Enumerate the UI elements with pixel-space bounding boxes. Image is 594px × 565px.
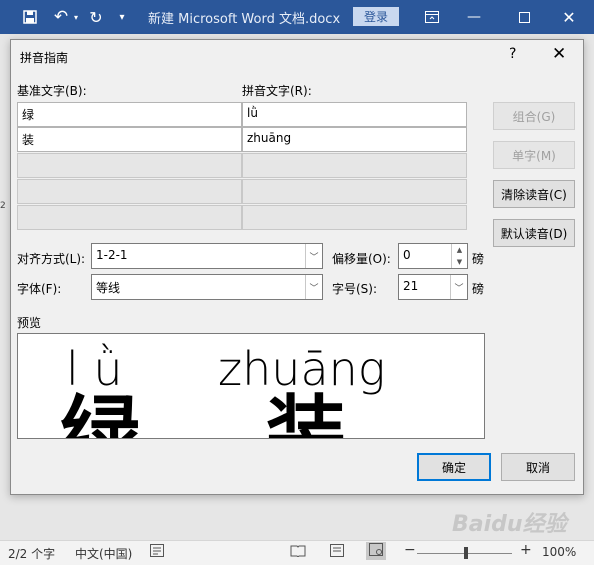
spin-down-icon[interactable]: ▼ — [451, 256, 467, 268]
size-select[interactable]: 21 ﹀ — [398, 274, 468, 300]
ruby-text-header: 拼音文字(R): — [242, 84, 312, 98]
spin-up-icon[interactable]: ▲ — [451, 244, 467, 256]
alignment-value: 1-2-1 — [96, 248, 128, 262]
ruby-text-cell-2[interactable]: zhuāng — [242, 127, 467, 152]
ok-button[interactable]: 确定 — [417, 453, 491, 481]
group-button[interactable]: 组合(G) — [493, 102, 575, 130]
word-count[interactable]: 2/2 个字 — [8, 545, 55, 562]
web-layout-icon[interactable] — [366, 542, 386, 560]
font-value: 等线 — [96, 281, 121, 295]
base-text-cell-1[interactable]: 绿 — [17, 102, 242, 127]
customize-toolbar-icon[interactable]: ▾ — [114, 0, 130, 34]
cancel-button[interactable]: 取消 — [501, 453, 575, 481]
offset-value: 0 — [403, 248, 411, 262]
zoom-level[interactable]: 100% — [542, 545, 576, 559]
maximize-icon[interactable] — [512, 0, 536, 34]
alignment-label: 对齐方式(L): — [17, 252, 86, 266]
default-reading-button[interactable]: 默认读音(D) — [493, 219, 575, 247]
ruler-number: 2 — [0, 201, 6, 211]
offset-label: 偏移量(O): — [332, 252, 391, 266]
undo-dropdown-icon[interactable]: ▾ — [71, 0, 81, 34]
zoom-slider-thumb[interactable] — [464, 547, 468, 559]
chevron-down-icon: ﹀ — [305, 275, 322, 299]
ruby-text-cell-5 — [242, 205, 467, 230]
base-text-cell-2[interactable]: 装 — [17, 127, 242, 152]
status-bar: 2/2 个字 中文(中国) − + 100% — [0, 540, 594, 565]
ruby-text-cell-4 — [242, 179, 467, 204]
document-title: 新建 Microsoft Word 文档.docx — [148, 12, 341, 27]
ruby-text-cell-1[interactable]: lǜ — [242, 102, 467, 127]
zoom-out-icon[interactable]: − — [404, 542, 416, 558]
single-char-button[interactable]: 单字(M) — [493, 141, 575, 169]
dialog-title: 拼音指南 — [20, 51, 69, 65]
preview-box: l ǜ zhuāng 绿 装 — [17, 333, 485, 439]
minimize-icon[interactable]: — — [462, 0, 486, 34]
offset-unit: 磅 — [472, 252, 485, 266]
window-close-icon[interactable]: ✕ — [557, 0, 581, 34]
dialog-close-icon[interactable]: ✕ — [552, 44, 566, 64]
preview-label: 预览 — [17, 316, 42, 330]
zoom-in-icon[interactable]: + — [520, 542, 532, 558]
watermark: Baidu经验 — [452, 512, 567, 537]
font-select[interactable]: 等线 ﹀ — [91, 274, 323, 300]
macro-icon[interactable] — [150, 544, 164, 560]
read-mode-icon[interactable] — [290, 544, 306, 560]
base-text-header: 基准文字(B): — [17, 84, 87, 98]
save-icon[interactable] — [18, 0, 42, 34]
preview-base-2: 装 — [266, 387, 346, 439]
base-text-cell-3 — [17, 153, 242, 178]
font-label: 字体(F): — [17, 282, 62, 296]
help-icon[interactable]: ? — [509, 46, 516, 62]
clear-reading-button[interactable]: 清除读音(C) — [493, 180, 575, 208]
chevron-down-icon: ﹀ — [305, 244, 322, 268]
redo-icon[interactable]: ↻ — [86, 0, 106, 34]
offset-spinner[interactable]: 0 ▲ ▼ — [398, 243, 468, 269]
ribbon-display-icon[interactable] — [420, 0, 444, 34]
undo-icon[interactable]: ↶ — [50, 0, 72, 34]
size-unit: 磅 — [472, 282, 485, 296]
login-button[interactable]: 登录 — [353, 7, 399, 26]
size-value: 21 — [403, 279, 419, 293]
base-text-cell-5 — [17, 205, 242, 230]
print-layout-icon[interactable] — [330, 544, 344, 560]
language-indicator[interactable]: 中文(中国) — [75, 545, 132, 562]
alignment-select[interactable]: 1-2-1 ﹀ — [91, 243, 323, 269]
preview-base-1: 绿 — [60, 387, 140, 439]
phonetic-guide-dialog: 拼音指南 ? ✕ 基准文字(B): 拼音文字(R): 绿 lǜ 装 zhuāng… — [10, 39, 584, 495]
ruby-text-cell-3 — [242, 153, 467, 178]
base-text-cell-4 — [17, 179, 242, 204]
size-label: 字号(S): — [332, 282, 378, 296]
chevron-down-icon: ﹀ — [450, 275, 467, 299]
word-title-bar: ↶ ▾ ↻ ▾ 新建 Microsoft Word 文档.docx 登录 — ✕ — [0, 0, 594, 34]
